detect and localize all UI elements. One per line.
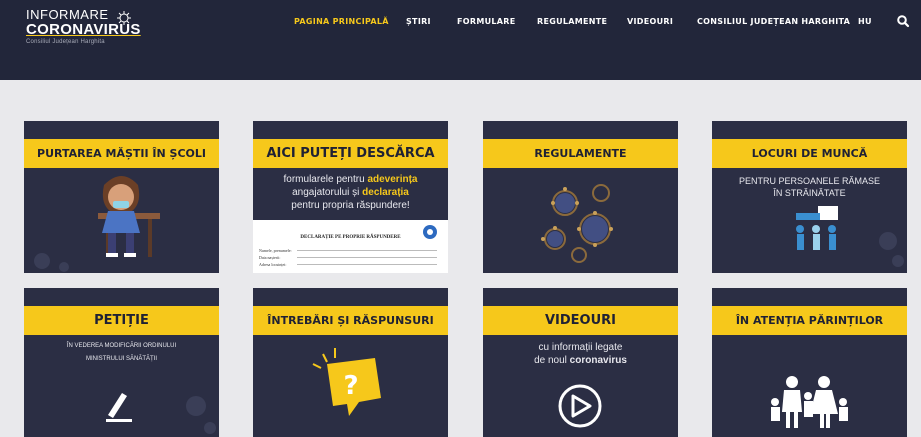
pen-icon (106, 393, 216, 434)
nav-item-language-hu[interactable]: HU (858, 17, 872, 26)
site-header: INFORMARE CORONAVIRUS Consiliul Județean… (0, 0, 921, 80)
tile-title-band: AICI PUTEȚI DESCĂRCA (253, 139, 448, 168)
main-navigation: PAGINA PRINCIPALĂ ȘTIRI FORMULARE REGULA… (0, 17, 921, 37)
document-preview: DECLARAȚIE PE PROPRIE RĂSPUNDERE Numele,… (253, 220, 448, 273)
nav-item-county-council[interactable]: CONSILIUL JUDEȚEAN HARGHITA (697, 17, 850, 26)
tile-jobs-abroad[interactable]: LOCURI DE MUNCĂ PENTRU PERSOANELE RĂMASE… (712, 121, 907, 273)
document-line (297, 264, 437, 265)
search-icon[interactable] (896, 14, 910, 28)
tile-download-forms[interactable]: AICI PUTEȚI DESCĂRCA formularele pentru … (253, 121, 448, 273)
question-bubble-icon: ? (312, 348, 381, 416)
tile-questions-answers[interactable]: ÎNTREBĂRI ȘI RĂSPUNSURI ? (253, 288, 448, 437)
logo-subtitle: Consiliul Județean Harghita (26, 39, 105, 45)
play-icon (558, 384, 602, 428)
document-line (297, 250, 437, 251)
svg-text:?: ? (343, 371, 358, 401)
tile-videos[interactable]: VIDEOURI cu informații legate de noul co… (483, 288, 678, 437)
family-icon (771, 376, 848, 428)
nav-item-regulations[interactable]: REGULAMENTE (537, 17, 607, 26)
tile-masks-in-schools[interactable]: PURTAREA MĂȘTII ÎN ȘCOLI (24, 121, 219, 273)
document-title: DECLARAȚIE PE PROPRIE RĂSPUNDERE (300, 235, 401, 240)
document-fields: Numele, prenumele: Data nașterii: Adresa… (259, 248, 292, 267)
tile-title: AICI PUTEȚI DESCĂRCA (266, 146, 435, 161)
tile-description: formularele pentru adeverința angajatoru… (283, 174, 418, 211)
tile-parents[interactable]: ÎN ATENȚIA PĂRINȚILOR (712, 288, 907, 437)
document-line (297, 257, 437, 258)
nav-item-home[interactable]: PAGINA PRINCIPALĂ (294, 17, 389, 26)
workers-illustration (796, 206, 904, 267)
nav-item-news[interactable]: ȘTIRI (406, 17, 431, 26)
tile-regulations[interactable]: REGULAMENTE (483, 121, 678, 273)
tile-petition[interactable]: PETIȚIE ÎN VEDEREA MODIFICĂRII ORDINULUI… (24, 288, 219, 437)
virus-cluster-illustration (541, 184, 613, 263)
masked-student-illustration (34, 176, 160, 272)
nav-item-forms[interactable]: FORMULARE (457, 17, 516, 26)
nav-item-videos[interactable]: VIDEOURI (627, 17, 673, 26)
